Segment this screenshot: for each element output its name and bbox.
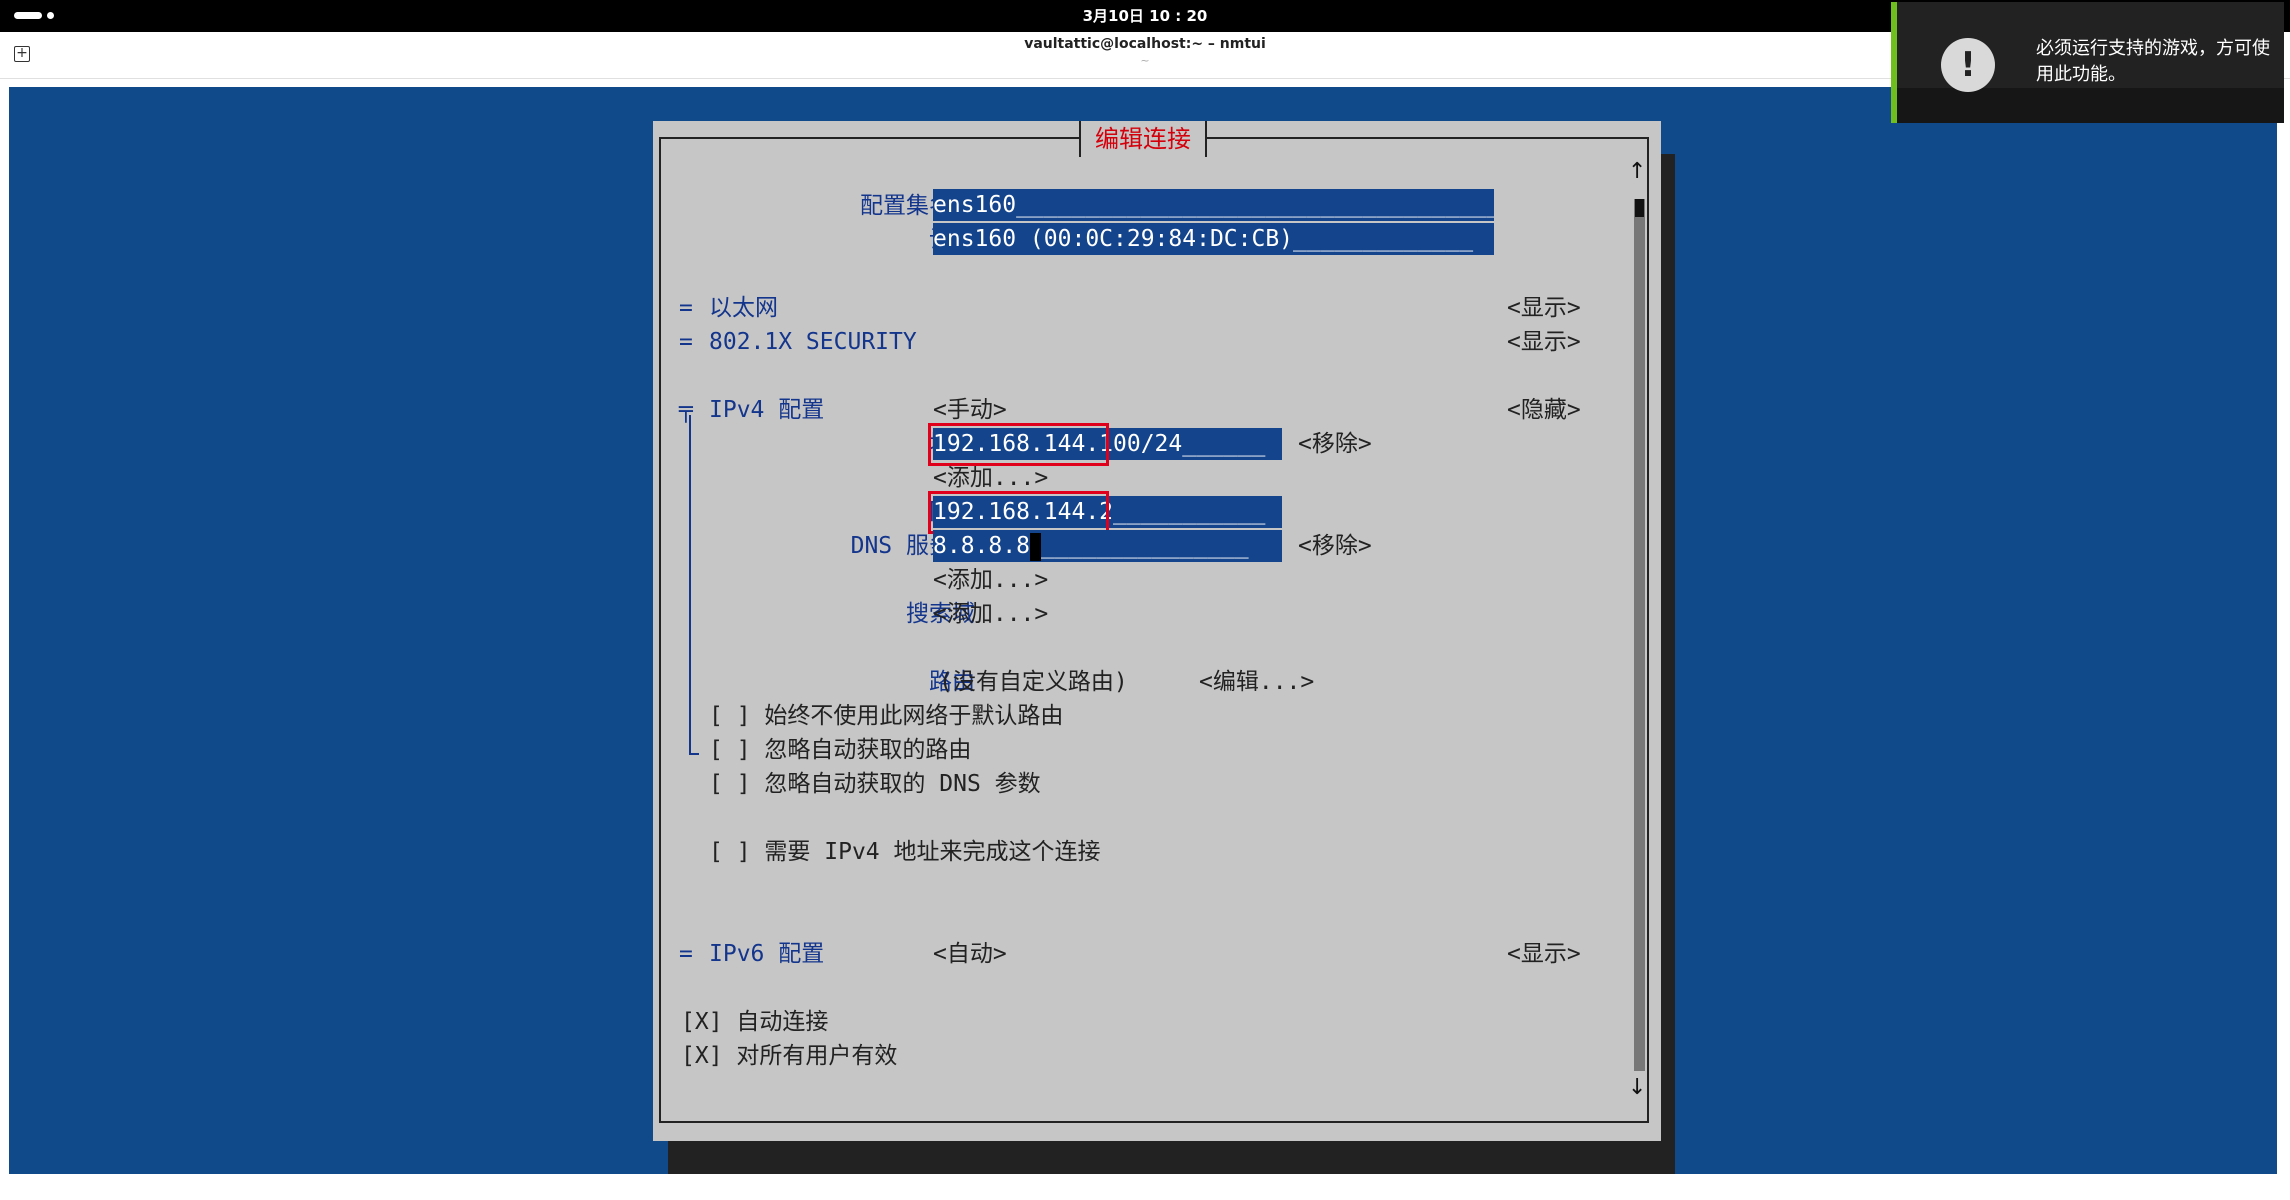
address-input[interactable]: 192.168.144.100/24______ <box>933 428 1282 460</box>
address-add-button[interactable]: <添加...> <box>933 461 1048 495</box>
search-domain-add-button[interactable]: <添加...> <box>933 597 1048 631</box>
text-cursor <box>1029 532 1041 561</box>
checkbox-label: 忽略自动获取的路由 <box>764 737 972 763</box>
checkbox-label: 始终不使用此网络于默认路由 <box>764 703 1064 729</box>
ethernet-section-marker: = <box>679 295 693 321</box>
ethernet-show-button[interactable]: <显示> <box>1507 291 1581 325</box>
search-domain-label: 搜索域 <box>906 601 975 627</box>
checkbox-box[interactable]: [ ] <box>709 737 751 763</box>
profile-name-label: 配置集名称 <box>860 193 975 219</box>
gateway-label: 网关 <box>673 495 975 529</box>
checkbox-box[interactable]: [ ] <box>709 839 751 865</box>
checkbox-box[interactable]: [ ] <box>709 771 751 797</box>
ipv4-section-line <box>689 415 691 755</box>
ipv4-hide-button[interactable]: <隐藏> <box>1507 393 1581 427</box>
ipv6-section-label: IPv6 配置 <box>709 941 825 967</box>
scroll-down-arrow-icon[interactable]: ↓ <box>1628 1075 1646 1100</box>
checkbox-auto-connect[interactable]: [X] 自动连接 <box>681 1005 828 1039</box>
address-label: 地址 <box>673 427 975 461</box>
address-remove-button[interactable]: <移除> <box>1298 427 1372 461</box>
security-show-button[interactable]: <显示> <box>1507 325 1581 359</box>
ipv6-mode-button[interactable]: <自动> <box>933 937 1007 971</box>
exclamation-icon: ! <box>1941 38 1995 92</box>
device-input[interactable]: ens160 (00:0C:29:84:DC:CB)_____________ <box>933 223 1494 255</box>
ipv4-section-label: IPv4 配置 <box>709 397 825 423</box>
dialog-title: 编辑连接 <box>1079 121 1207 157</box>
notification-popup[interactable]: ! 必须运行支持的游戏，方可使用此功能。 <box>1891 2 2284 123</box>
checkbox-label: 忽略自动获取的 DNS 参数 <box>764 771 1041 797</box>
routing-edit-button[interactable]: <编辑...> <box>1199 665 1314 699</box>
device-label: 设备 <box>673 223 975 257</box>
dns-remove-button[interactable]: <移除> <box>1298 529 1372 563</box>
checkbox-label: 对所有用户有效 <box>736 1043 898 1069</box>
checkbox-label: 需要 IPv4 地址来完成这个连接 <box>764 839 1101 865</box>
gateway-input[interactable]: 192.168.144.2___________ <box>933 496 1282 528</box>
dns-server-value: 8.8.8.8 <box>933 533 1030 559</box>
dns-add-button[interactable]: <添加...> <box>933 563 1048 597</box>
dns-server-input[interactable]: 8.8.8.8 _______________ <box>933 530 1282 562</box>
scrollbar-track[interactable] <box>1634 199 1645 1071</box>
ipv4-section-end <box>689 753 699 755</box>
ipv6-section-marker: = <box>679 941 693 967</box>
notification-footer <box>1897 88 2284 123</box>
scrollbar-thumb[interactable] <box>1635 199 1644 217</box>
routing-value: (没有自定义路由) <box>939 669 1128 695</box>
checkbox-box[interactable]: [X] <box>681 1043 723 1069</box>
checkbox-require-ipv4[interactable]: [ ] 需要 IPv4 地址来完成这个连接 <box>709 835 1101 869</box>
dns-server-label: DNS 服务器 <box>850 533 975 559</box>
edit-connection-dialog: 编辑连接 ↑ ↓ 配置集名称 ens160___________________… <box>653 121 1661 1141</box>
checkbox-box[interactable]: [X] <box>681 1009 723 1035</box>
checkbox-never-default-route[interactable]: [ ] 始终不使用此网络于默认路由 <box>709 699 1063 733</box>
ipv4-mode-button[interactable]: <手动> <box>933 393 1007 427</box>
routing-label: 路由 <box>929 669 975 695</box>
notification-text: 必须运行支持的游戏，方可使用此功能。 <box>2036 38 2270 85</box>
checkbox-ignore-auto-dns[interactable]: [ ] 忽略自动获取的 DNS 参数 <box>709 767 1041 801</box>
profile-name-input[interactable]: ens160__________________________________… <box>933 189 1494 221</box>
dns-server-fill: _______________ <box>1040 533 1249 559</box>
checkbox-label: 自动连接 <box>736 1009 829 1035</box>
checkbox-ignore-auto-routes[interactable]: [ ] 忽略自动获取的路由 <box>709 733 971 767</box>
checkbox-box[interactable]: [ ] <box>709 703 751 729</box>
checkbox-all-users[interactable]: [X] 对所有用户有效 <box>681 1039 897 1073</box>
scroll-up-arrow-icon[interactable]: ↑ <box>1628 159 1646 184</box>
security-section-label: 802.1X SECURITY <box>709 329 917 355</box>
ethernet-section-label: 以太网 <box>709 295 778 321</box>
security-section-marker: = <box>679 329 693 355</box>
ipv6-show-button[interactable]: <显示> <box>1507 937 1581 971</box>
